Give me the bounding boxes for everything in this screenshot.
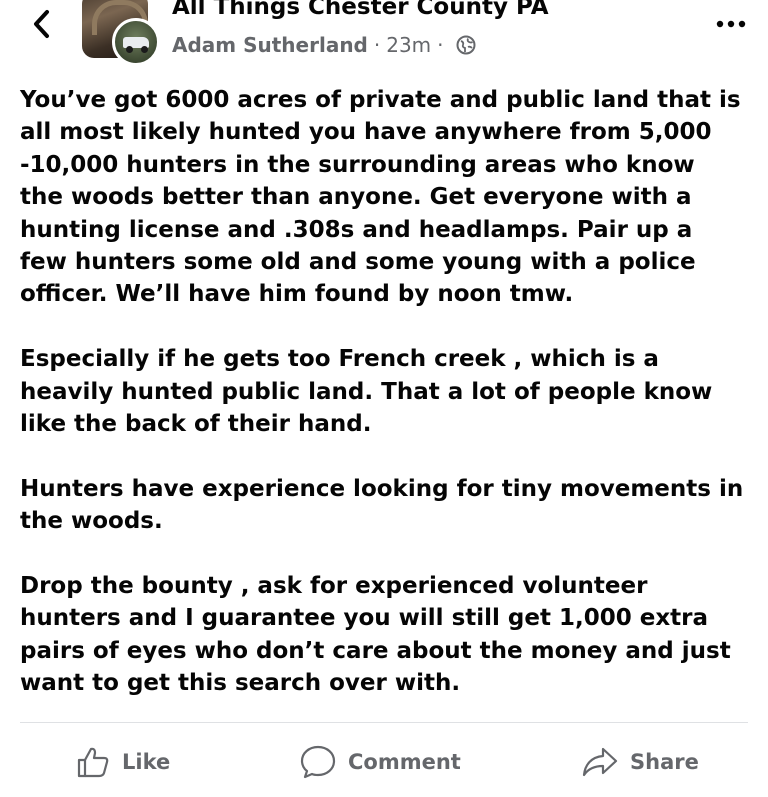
- post-timestamp[interactable]: 23m: [386, 33, 431, 57]
- truck-wheel: [141, 46, 148, 53]
- post-paragraph: Hunters have experience looking for tiny…: [20, 475, 744, 535]
- post-meta: Adam Sutherland · 23m ·: [172, 33, 476, 57]
- post-actions-bar: Like Comment Share: [0, 724, 768, 797]
- user-avatar[interactable]: [112, 18, 160, 66]
- back-button[interactable]: [22, 4, 62, 44]
- meta-separator: ·: [437, 33, 444, 57]
- share-label: Share: [630, 750, 699, 774]
- like-button[interactable]: Like: [76, 744, 170, 780]
- author-name[interactable]: Adam Sutherland: [172, 33, 368, 57]
- comment-button[interactable]: Comment: [300, 744, 461, 780]
- avatar-group[interactable]: [82, 0, 160, 66]
- post-paragraph: You’ve got 6000 acres of private and pub…: [20, 87, 741, 308]
- comment-label: Comment: [348, 750, 461, 774]
- truck-wheel: [126, 46, 133, 53]
- divider: [20, 722, 748, 723]
- comment-bubble-icon: [300, 745, 336, 779]
- post-paragraph: Drop the bounty , ask for experienced vo…: [20, 573, 731, 697]
- group-name[interactable]: All Things Chester County PA: [172, 0, 549, 20]
- post-paragraph: Especially if he gets too French creek ,…: [20, 346, 713, 438]
- thumbs-up-icon: [76, 746, 110, 778]
- more-options-button[interactable]: [716, 12, 746, 36]
- share-arrow-icon: [582, 747, 618, 777]
- post-text: You’ve got 6000 acres of private and pub…: [20, 84, 755, 700]
- post-header: All Things Chester County PA Adam Suther…: [0, 0, 768, 72]
- meta-separator: ·: [373, 33, 381, 57]
- like-label: Like: [122, 750, 171, 774]
- globe-icon: [456, 35, 476, 55]
- chevron-left-icon: [32, 8, 52, 40]
- share-button[interactable]: Share: [582, 744, 699, 780]
- more-horizontal-icon: [716, 20, 746, 28]
